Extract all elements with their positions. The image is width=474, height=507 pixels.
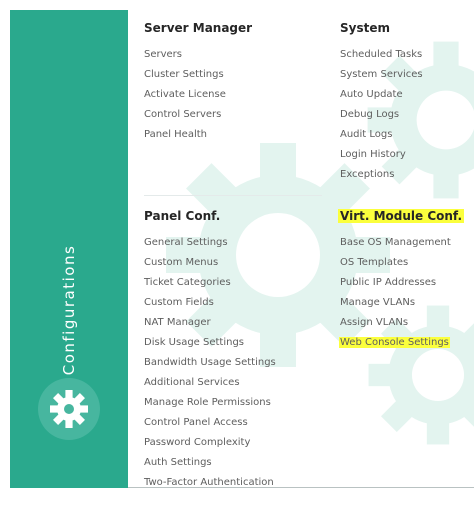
section-title-panel-conf: Panel Conf. (144, 209, 221, 223)
virt-module-conf-section: Virt. Module Conf. Base OS Management OS… (338, 208, 465, 355)
link-exceptions[interactable]: Exceptions (340, 167, 423, 187)
link-os-templates[interactable]: OS Templates (340, 255, 464, 275)
link-additional-services[interactable]: Additional Services (144, 375, 276, 395)
sidebar: Configurations (10, 10, 128, 488)
bottom-border (128, 487, 474, 488)
link-control-panel-access[interactable]: Control Panel Access (144, 415, 276, 435)
link-custom-fields[interactable]: Custom Fields (144, 295, 276, 315)
configurations-panel: Configurations Server Manager Servers Cl… (10, 10, 474, 488)
link-cluster-settings[interactable]: Cluster Settings (144, 67, 252, 87)
sidebar-title: Configurations (60, 244, 78, 376)
section-title-highlight: Virt. Module Conf. (338, 209, 465, 223)
system-section: System Scheduled Tasks System Services A… (340, 20, 423, 187)
section-divider (144, 195, 322, 196)
link-auto-update[interactable]: Auto Update (340, 87, 423, 107)
link-password-complexity[interactable]: Password Complexity (144, 435, 276, 455)
link-servers[interactable]: Servers (144, 47, 252, 67)
link-manage-role-permissions[interactable]: Manage Role Permissions (144, 395, 276, 415)
link-bandwidth-usage-settings[interactable]: Bandwidth Usage Settings (144, 355, 276, 375)
link-manage-vlans[interactable]: Manage VLANs (340, 295, 464, 315)
gear-icon (38, 378, 100, 440)
link-panel-health[interactable]: Panel Health (144, 127, 252, 147)
link-nat-manager[interactable]: NAT Manager (144, 315, 276, 335)
link-web-console-settings[interactable]: Web Console Settings (339, 335, 464, 355)
section-title-server-manager: Server Manager (144, 21, 253, 35)
link-audit-logs[interactable]: Audit Logs (340, 127, 423, 147)
link-control-servers[interactable]: Control Servers (144, 107, 252, 127)
link-web-console-settings-highlight: Web Console Settings (339, 337, 450, 348)
link-activate-license[interactable]: Activate License (144, 87, 252, 107)
link-auth-settings[interactable]: Auth Settings (144, 455, 276, 475)
panel-conf-section: Panel Conf. General Settings Custom Menu… (144, 208, 276, 488)
link-login-history[interactable]: Login History (340, 147, 423, 167)
link-scheduled-tasks[interactable]: Scheduled Tasks (340, 47, 423, 67)
link-base-os-management[interactable]: Base OS Management (340, 235, 464, 255)
section-title-system: System (340, 21, 390, 35)
link-debug-logs[interactable]: Debug Logs (340, 107, 423, 127)
link-public-ip-addresses[interactable]: Public IP Addresses (340, 275, 464, 295)
link-custom-menus[interactable]: Custom Menus (144, 255, 276, 275)
link-general-settings[interactable]: General Settings (144, 235, 276, 255)
link-assign-vlans[interactable]: Assign VLANs (340, 315, 464, 335)
server-manager-section: Server Manager Servers Cluster Settings … (144, 20, 252, 147)
link-disk-usage-settings[interactable]: Disk Usage Settings (144, 335, 276, 355)
link-ticket-categories[interactable]: Ticket Categories (144, 275, 276, 295)
section-title-virt-module-conf: Virt. Module Conf. (338, 208, 465, 224)
link-system-services[interactable]: System Services (340, 67, 423, 87)
